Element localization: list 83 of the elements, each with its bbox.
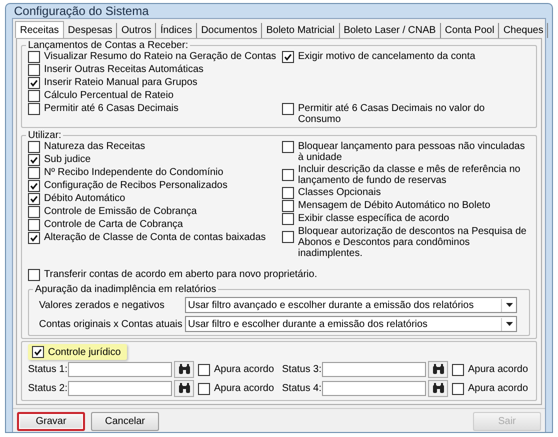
checkbox-label: Apura acordo: [468, 382, 528, 394]
field-label: Valores zerados e negativos: [39, 300, 166, 310]
checkbox-label: Bloquear autorização de descontos na Pesquisa de Abonos e Descontos para condôminos inadimplentes.: [298, 226, 528, 259]
checkbox-label: Permitir até 6 Casas Decimais no valor do Consumo: [298, 103, 486, 125]
checkbox[interactable]: [32, 346, 44, 358]
binoculars-icon: [178, 383, 190, 394]
checkbox[interactable]: [282, 213, 294, 225]
checkbox[interactable]: [282, 51, 294, 63]
checkbox[interactable]: [452, 382, 464, 394]
checkbox-label: Bloquear lançamento para pessoas não vinculadas à unidade: [298, 141, 526, 163]
checkbox[interactable]: [28, 167, 40, 179]
group-title: Lançamentos de Contas a Receber:: [27, 40, 190, 51]
checkbox-label: Exigir motivo de cancelamento da conta: [298, 51, 476, 62]
checkbox[interactable]: [28, 219, 40, 231]
group-title: Utilizar:: [27, 130, 62, 141]
checkbox[interactable]: [28, 141, 40, 153]
field-label: Status 3:: [282, 364, 320, 375]
checkbox-label: Incluir descrição da classe e mês de referência no lançamento de fundo de reservas: [298, 164, 522, 186]
checkbox[interactable]: [282, 187, 294, 199]
binoculars-icon: [178, 364, 190, 375]
checkbox[interactable]: [198, 382, 210, 394]
search-button[interactable]: [428, 361, 448, 378]
status-field[interactable]: [322, 362, 426, 377]
checkbox-label: Débito Automático: [44, 193, 126, 204]
checkbox-label: Classes Opcionais: [298, 187, 381, 198]
group-title: Apuração da inadimplência em relatórios: [34, 284, 218, 295]
checkbox[interactable]: [282, 103, 294, 115]
dropdown-arrow-icon: [506, 322, 512, 326]
field-label: Status 1:: [28, 364, 66, 375]
checkbox[interactable]: [28, 206, 40, 218]
checkbox-label: Configuração de Recibos Personalizados: [44, 180, 228, 191]
checkbox-label: Exibir classe específica de acordo: [298, 213, 450, 224]
checkbox-label: Cálculo Percentual de Rateio: [44, 90, 174, 101]
checkbox-label: Apura acordo: [214, 364, 274, 374]
checkbox-label: Visualizar Resumo do Rateio na Geração de Contas: [44, 51, 276, 62]
checkbox-label: Apura acordo: [468, 364, 528, 374]
checkbox[interactable]: [452, 364, 464, 376]
field-label: Status 2:: [28, 383, 66, 394]
checkbox[interactable]: [28, 64, 40, 76]
checkbox[interactable]: [28, 103, 40, 115]
dialog-button[interactable]: Gravar: [17, 412, 85, 431]
checkbox[interactable]: [28, 193, 40, 205]
checkbox-label: Inserir Outras Receitas Automáticas: [44, 64, 204, 75]
checkbox[interactable]: [282, 200, 294, 212]
dialog-button[interactable]: Cancelar: [91, 412, 159, 431]
checkbox-label: Transferir contas de acordo em aberto para novo proprietário.: [44, 269, 318, 280]
tab[interactable]: Receitas: [15, 21, 64, 38]
search-button[interactable]: [428, 380, 448, 397]
dropdown[interactable]: Usar filtro e escolher durante a emissão dos relatórios: [185, 316, 517, 332]
binoculars-icon: [432, 364, 444, 375]
checkbox[interactable]: [28, 90, 40, 102]
checkbox-label: Inserir Rateio Manual para Grupos: [44, 77, 198, 88]
checkbox[interactable]: [282, 169, 294, 181]
checkbox-label: Natureza das Receitas: [44, 141, 146, 152]
checkbox-label: Controle jurídico: [48, 346, 121, 358]
search-button[interactable]: [174, 380, 194, 397]
checkbox-label: Controle de Emissão de Cobrança: [44, 206, 197, 217]
checkbox[interactable]: [28, 269, 40, 281]
checkbox[interactable]: [28, 232, 40, 244]
checkbox[interactable]: [28, 77, 40, 89]
checkbox[interactable]: [28, 180, 40, 192]
checkbox[interactable]: [282, 231, 294, 243]
dropdown-arrow-icon: [506, 303, 512, 307]
checkbox-label: Controle de Carta de Cobrança: [44, 219, 183, 230]
checkbox-label: Apura acordo: [214, 382, 274, 394]
field-label: Status 4:: [282, 383, 320, 394]
checkbox[interactable]: [282, 141, 294, 153]
checkbox-label: Mensagem de Débito Automático no Boleto: [298, 200, 490, 211]
field-label: Contas originais x Contas atuais: [39, 318, 184, 330]
binoculars-icon: [432, 383, 444, 394]
checkbox-label: Alteração de Classe de Conta de contas baixadas: [44, 232, 266, 243]
checkbox[interactable]: [198, 364, 210, 376]
checkbox-label: Permitir até 6 Casas Decimais: [44, 103, 178, 114]
dropdown[interactable]: Usar filtro avançado e escolher durante a emissão dos relatórios: [185, 297, 517, 313]
status-field[interactable]: [322, 381, 426, 396]
checkbox-label: Nº Recibo Independente do Condomínio: [44, 167, 224, 178]
window-title: Configuração do Sistema: [13, 4, 150, 18]
status-field[interactable]: [68, 381, 172, 396]
checkbox[interactable]: [28, 154, 40, 166]
checkbox-label: Sub judice: [44, 154, 91, 165]
checkbox[interactable]: [28, 51, 40, 63]
search-button[interactable]: [174, 361, 194, 378]
status-field[interactable]: [68, 362, 172, 377]
